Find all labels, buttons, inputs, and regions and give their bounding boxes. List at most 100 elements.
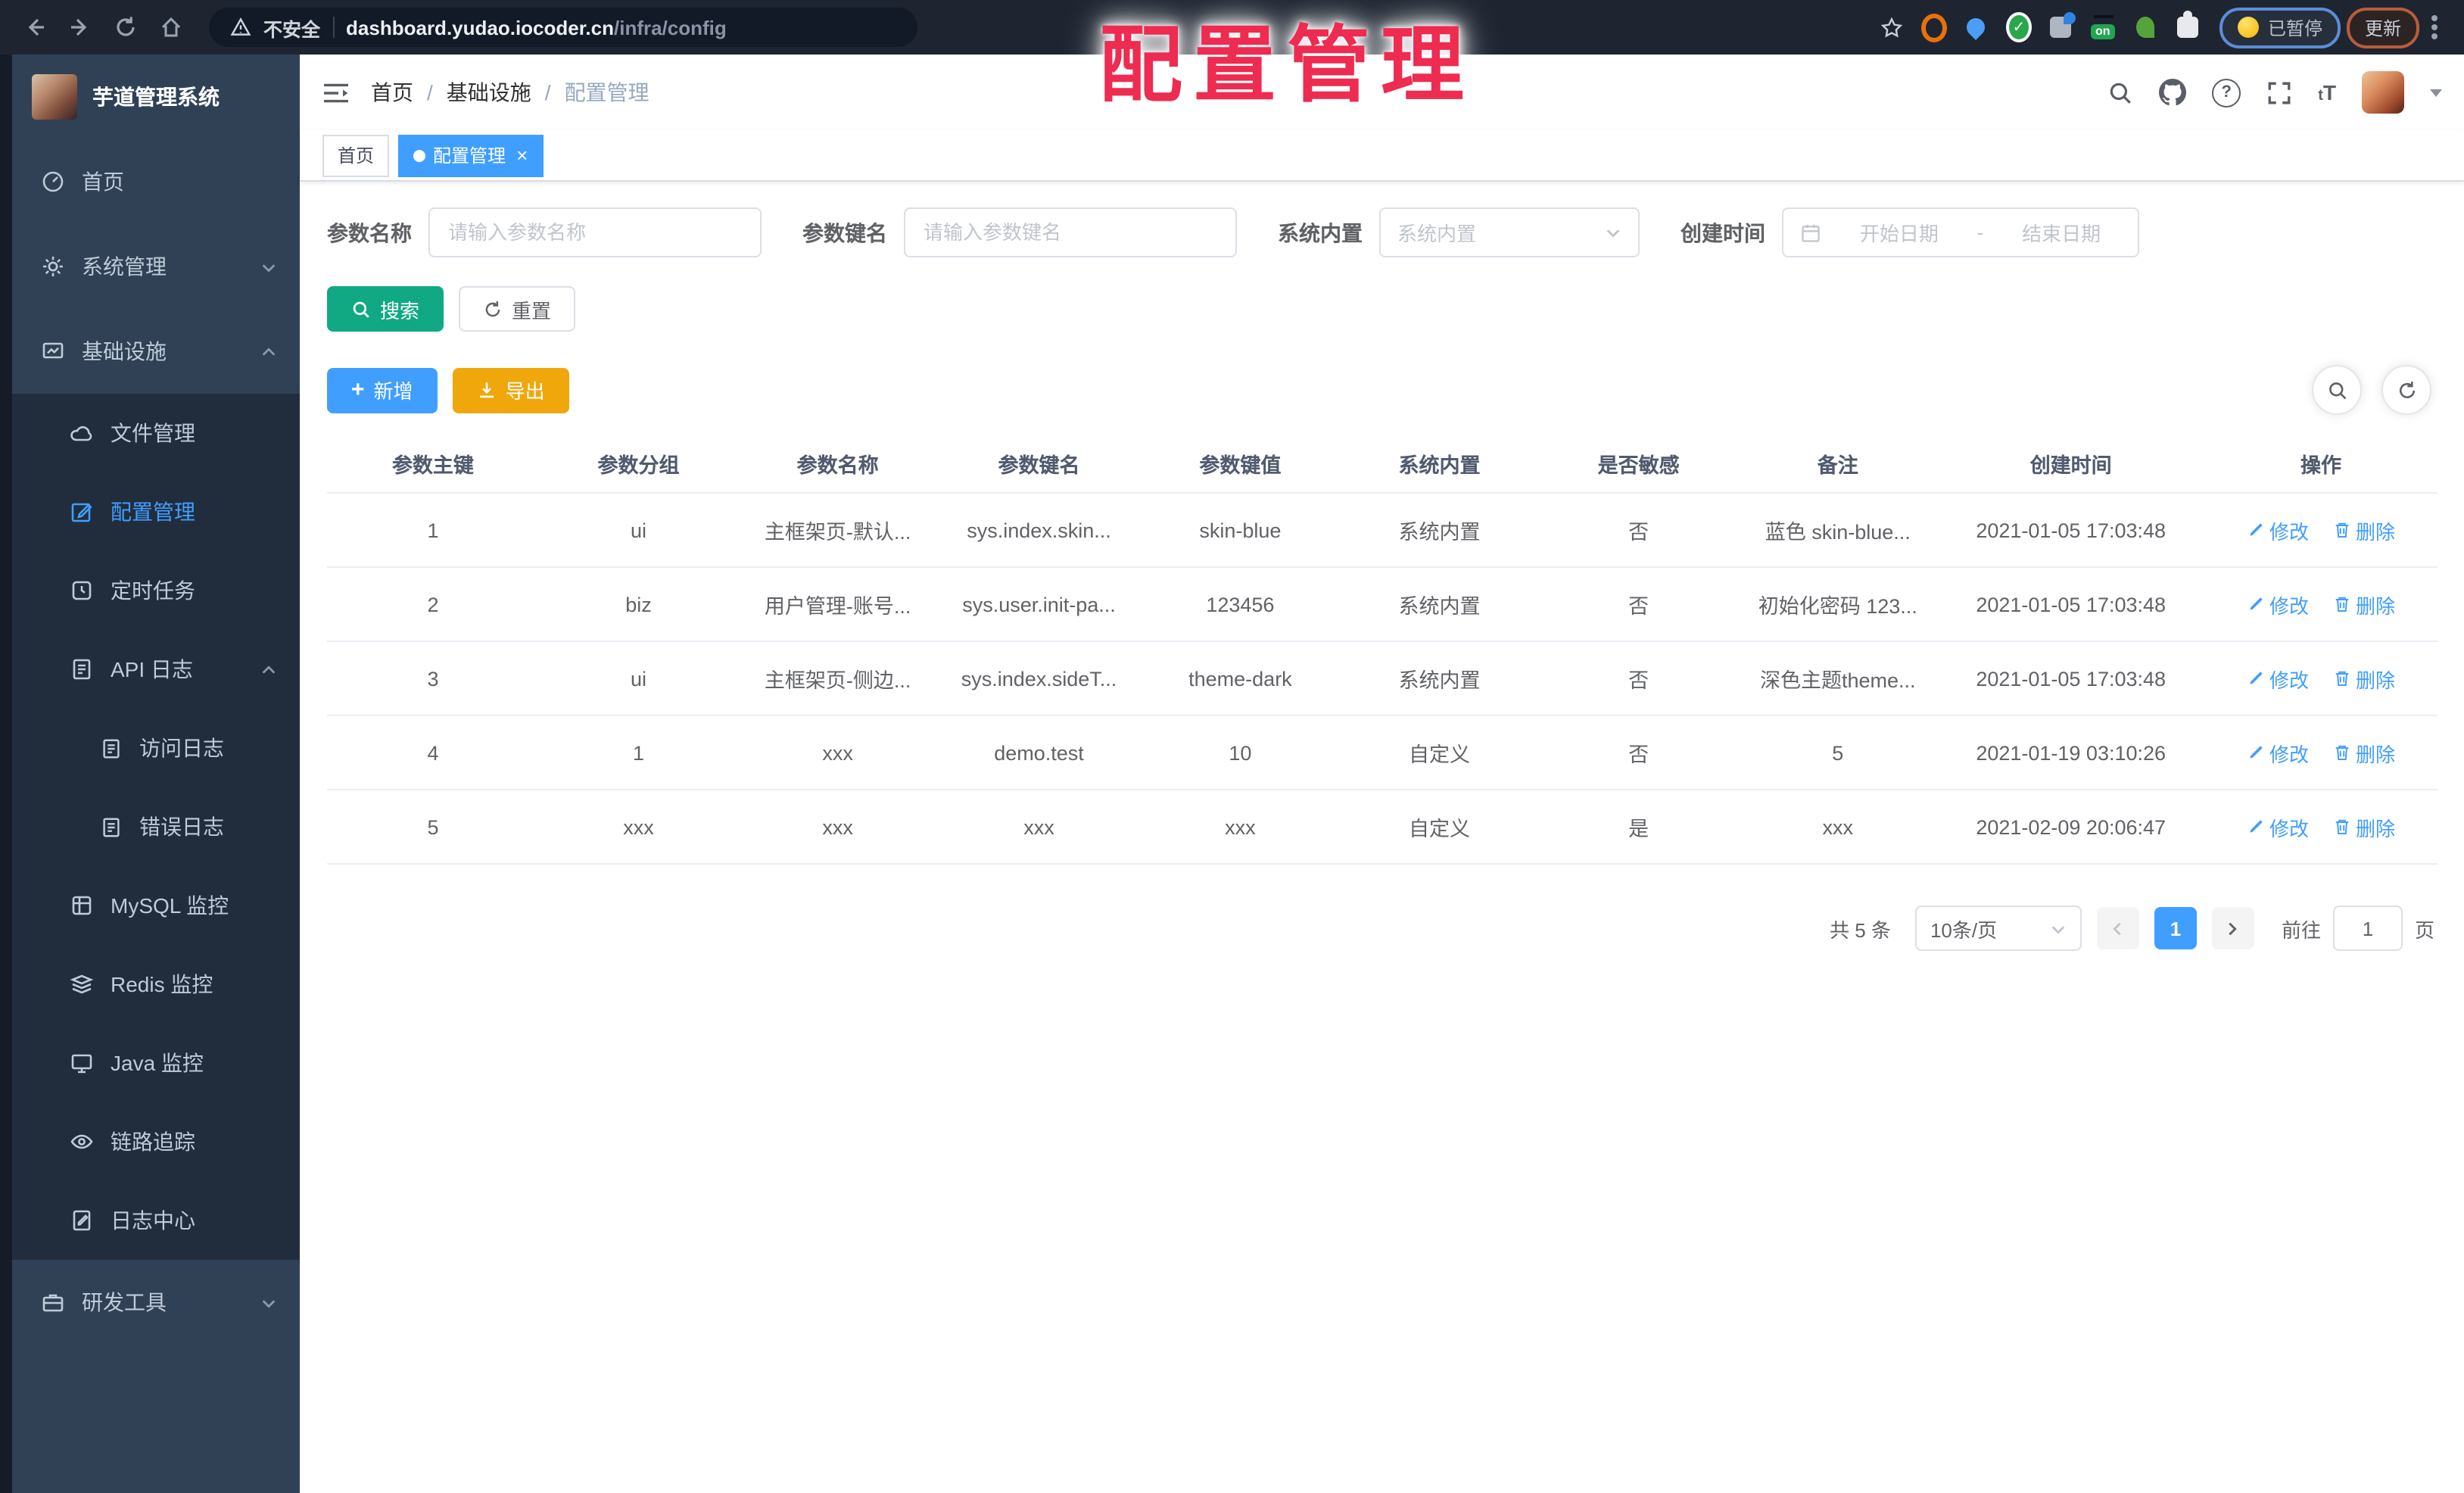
github-icon[interactable] [2159,79,2187,106]
trash-icon [2335,819,2349,834]
sidebar-menu: 首页 系统管理 基础设施 文件管理 配置管理 定时任务 API 日志 访问日志 … [12,139,300,1493]
app-logo-row[interactable]: 芋道管理系统 [12,55,300,139]
edit-link[interactable]: 修改 [2247,812,2309,841]
extensions-row: ✓ on [1879,11,2201,42]
plus-icon: + [351,377,365,403]
sidebar-item-infra[interactable]: 基础设施 [12,309,300,394]
breadcrumb-home[interactable]: 首页 [371,77,413,108]
cell-created: 2021-01-05 17:03:48 [1937,493,2205,568]
cell-actions: 修改 删除 [2204,641,2438,716]
active-tab-dot [413,149,426,161]
builtin-type-select[interactable]: 系统内置 [1379,207,1640,257]
trash-icon [2335,745,2349,760]
breadcrumb-infra[interactable]: 基础设施 [447,77,531,108]
sidebar-item-label: 配置管理 [111,500,195,524]
extensions-puzzle-icon[interactable] [2176,11,2201,40]
extension-ring-icon[interactable] [1920,13,1947,42]
add-button[interactable]: + 新增 [327,367,438,413]
sidebar-item-config-manage[interactable]: 配置管理 [12,472,300,551]
sidebar-item-label: 链路追踪 [111,1130,195,1154]
sidebar-item-home[interactable]: 首页 [12,139,300,224]
column-header: 参数分组 [538,435,739,494]
edit-link[interactable]: 修改 [2247,664,2309,693]
collapse-sidebar-icon[interactable] [322,81,350,104]
sidebar-item-system[interactable]: 系统管理 [12,224,300,309]
tab-home[interactable]: 首页 [322,134,390,176]
next-page-button[interactable] [2211,907,2254,949]
fullscreen-icon[interactable] [2266,79,2292,105]
extension-check-icon[interactable]: ✓ [2005,12,2032,42]
sidebar-item-file-manage[interactable]: 文件管理 [12,394,300,472]
current-page-button[interactable]: 1 [2154,907,2197,949]
bookmark-star-icon[interactable] [1879,14,1905,40]
edit-link[interactable]: 修改 [2247,738,2309,767]
home-icon[interactable] [151,9,191,45]
delete-link[interactable]: 删除 [2333,812,2395,841]
help-icon[interactable]: ? [2212,78,2241,107]
timer-icon [70,578,94,603]
security-label[interactable]: 不安全 [263,13,320,42]
reload-icon[interactable] [106,9,145,45]
search-button-label: 搜索 [380,299,420,322]
page-size-select[interactable]: 10条/页 [1914,905,2082,951]
font-size-icon[interactable]: tT [2318,80,2336,104]
sidebar-item-java-monitor[interactable]: Java 监控 [12,1024,300,1102]
sidebar-item-error-log[interactable]: 错误日志 [12,787,300,866]
cell-name: xxx [738,715,938,790]
tab-config-manage[interactable]: 配置管理 × [398,134,544,176]
sidebar-item-api-log[interactable]: API 日志 [12,630,300,709]
reset-button-label: 重置 [512,299,552,322]
toggle-search-button[interactable] [2312,365,2362,415]
forward-icon[interactable] [61,9,100,45]
page-size-value: 10条/页 [1930,918,1998,941]
date-range-picker[interactable]: 开始日期 - 结束日期 [1782,207,2139,257]
left-edge-strip [0,55,12,1493]
delete-link[interactable]: 删除 [2333,738,2395,767]
sidebar-item-log-center[interactable]: 日志中心 [12,1181,300,1260]
back-icon[interactable] [15,9,55,45]
extension-on-badge-icon[interactable]: on [2090,14,2117,40]
sidebar-item-mysql-monitor[interactable]: MySQL 监控 [12,866,300,945]
column-header: 参数键值 [1140,435,1340,494]
profile-paused-badge[interactable]: 已暂停 [2219,7,2341,48]
cell-key: sys.user.init-pa... [937,567,1141,642]
address-bar[interactable]: 不安全 dashboard.yudao.iocoder.cn/infra/con… [209,8,917,47]
cell-sensitive: 否 [1539,493,1739,568]
chevron-down-icon[interactable] [2430,89,2442,96]
param-key-input[interactable] [904,207,1237,257]
avatar[interactable] [2362,71,2404,114]
cell-created: 2021-01-05 17:03:48 [1937,567,2205,642]
sidebar-item-scheduled-jobs[interactable]: 定时任务 [12,551,300,630]
extension-sprout-icon[interactable] [2133,14,2159,40]
pencil-icon [2250,523,2263,536]
created-time-label: 创建时间 [1681,220,1765,245]
update-browser-button[interactable]: 更新 [2346,7,2419,48]
param-name-input[interactable] [428,207,762,257]
cell-remark: 5 [1738,715,1938,790]
sidebar-item-redis-monitor[interactable]: Redis 监控 [12,945,300,1024]
update-button-label: 更新 [2364,17,2401,39]
refresh-table-button[interactable] [2381,365,2431,415]
tab-label: 首页 [338,145,375,167]
browser-menu-icon[interactable] [2431,24,2438,30]
reset-button[interactable]: 重置 [459,286,576,332]
prev-page-button[interactable] [2096,907,2139,949]
extension-pin-icon[interactable] [1963,14,1989,40]
sidebar-item-label: API 日志 [111,657,193,681]
edit-link[interactable]: 修改 [2247,516,2309,544]
search-icon[interactable] [2107,79,2133,105]
delete-link[interactable]: 删除 [2333,590,2395,619]
goto-page-input[interactable] [2332,905,2403,951]
app-title: 芋道管理系统 [92,85,220,109]
delete-link[interactable]: 删除 [2333,516,2395,544]
sidebar-item-trace[interactable]: 链路追踪 [12,1102,300,1181]
search-button[interactable]: 搜索 [327,286,444,332]
emoji-avatar [2237,17,2259,38]
sidebar-item-access-log[interactable]: 访问日志 [12,709,300,787]
close-icon[interactable]: × [516,145,528,165]
extension-duotone-icon[interactable] [2048,12,2076,40]
delete-link[interactable]: 删除 [2333,664,2395,693]
sidebar-item-dev-tools[interactable]: 研发工具 [12,1260,300,1345]
edit-link[interactable]: 修改 [2247,590,2309,619]
export-button[interactable]: 导出 [452,367,569,413]
